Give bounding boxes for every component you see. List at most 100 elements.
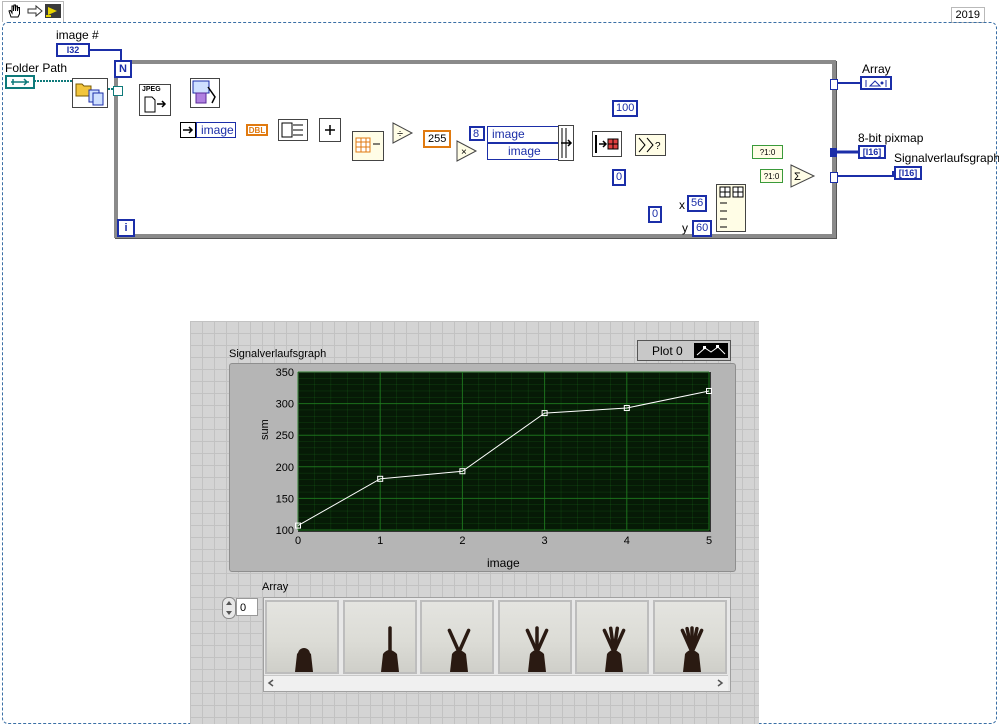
index-spinner-icon[interactable] <box>222 597 236 619</box>
hand-photo <box>420 600 494 674</box>
loop-tunnel-array <box>830 79 838 90</box>
hand-icon <box>680 626 703 672</box>
constant-0-b[interactable]: 0 <box>648 206 662 223</box>
image-num-label: image # <box>56 28 99 42</box>
loop-tunnel-sum <box>830 172 838 183</box>
constant-255[interactable]: 255 <box>423 130 452 148</box>
y-axis-label: sum <box>259 419 271 440</box>
hand-icon <box>295 648 313 672</box>
array-subset-vi[interactable] <box>716 184 746 232</box>
x-tick-label: 3 <box>542 535 548 547</box>
folder-path-label: Folder Path <box>5 61 68 75</box>
scroll-left-icon[interactable] <box>267 679 275 687</box>
image-depth-field: image depth <box>487 126 559 156</box>
loop-iteration-terminal: i <box>117 219 135 237</box>
draw-image-vi[interactable] <box>190 78 220 108</box>
constant-56[interactable]: 56 <box>687 195 708 212</box>
multiply-node[interactable]: × <box>456 140 478 162</box>
signal-label: Signalverlaufsgraph <box>894 151 999 165</box>
y-tick-label: 250 <box>276 430 294 442</box>
loop-tunnel-pixmap <box>830 148 837 157</box>
plot-style-icon <box>694 343 728 358</box>
x-label: x <box>679 198 685 212</box>
constant-100[interactable]: 100 <box>612 100 639 117</box>
hand-icon <box>602 626 626 672</box>
plus-icon <box>325 125 335 135</box>
list-folder-vi[interactable] <box>72 78 108 108</box>
y-label: y <box>682 221 688 235</box>
pixmap-indicator[interactable]: [I16] <box>858 145 886 159</box>
x-tick-label: 2 <box>459 535 465 547</box>
file-arrow-icon <box>144 96 167 113</box>
folder-files-icon <box>75 83 104 106</box>
bool-to-01-a[interactable]: ?1:0 <box>752 145 783 159</box>
bundle-icon <box>561 128 573 158</box>
unbundle-arrow-icon <box>180 122 196 138</box>
y-tick-label: 300 <box>276 399 294 411</box>
loop-count-terminal[interactable]: N <box>114 60 132 78</box>
array-split-icon <box>281 122 303 138</box>
hand-photo <box>265 600 339 674</box>
jpeg-label: JPEG <box>142 86 161 93</box>
array-size-vi[interactable] <box>352 131 384 161</box>
signal-indicator[interactable]: [I16] <box>894 166 922 180</box>
svg-text:÷: ÷ <box>397 128 403 140</box>
hand-photo <box>497 600 572 674</box>
pixmap-label: 8-bit pixmap <box>858 131 924 145</box>
x-tick-label: 1 <box>377 535 383 547</box>
pixmap-icon <box>595 135 619 153</box>
hand-photo <box>652 600 727 674</box>
hand-icon <box>525 626 548 672</box>
x-tick-label: 4 <box>624 535 630 547</box>
svg-text:?: ? <box>655 141 661 152</box>
hand-photo <box>575 600 649 674</box>
divide-node[interactable]: ÷ <box>392 122 414 144</box>
plot-legend-label: Plot 0 <box>652 343 683 358</box>
array-scrollbar[interactable] <box>264 675 728 691</box>
bool-to-01-b[interactable]: ?1:0 <box>760 169 783 183</box>
y-tick-label: 150 <box>276 493 294 505</box>
add-node[interactable] <box>319 118 341 142</box>
array-indicator[interactable] <box>860 76 892 90</box>
constant-60[interactable]: 60 <box>692 220 713 237</box>
scroll-right-icon[interactable] <box>716 679 724 687</box>
split-array-node[interactable] <box>278 119 308 141</box>
to-dbl-conversion[interactable]: DBL <box>246 124 268 136</box>
svg-text:×: × <box>461 147 467 158</box>
graph-title: Signalverlaufsgraph <box>229 348 327 360</box>
array-label: Array <box>862 62 891 76</box>
image-num-terminal[interactable]: I32 <box>56 43 90 57</box>
hand-icon <box>447 628 471 672</box>
image-field: image <box>196 122 236 138</box>
array-grid-icon <box>355 137 380 153</box>
in-range-node[interactable]: ? <box>635 134 666 156</box>
y-tick-label: 200 <box>276 462 294 474</box>
loop-tunnel-in <box>113 86 123 96</box>
series-line <box>297 390 710 527</box>
svg-text:Σ: Σ <box>794 171 801 183</box>
folder-path-terminal[interactable] <box>5 75 35 89</box>
image-field-2: image <box>487 143 559 160</box>
x-tick-label: 5 <box>706 535 712 547</box>
array-fp-label: Array <box>262 581 289 593</box>
chart-svg: 0 1 2 3 4 5 100 150 200 250 300 350 <box>276 367 712 547</box>
array-subset-icon <box>719 186 744 228</box>
image-unbundle[interactable]: image <box>180 122 236 138</box>
flatten-pixmap-vi[interactable] <box>592 131 622 157</box>
plot-legend[interactable]: Plot 0 <box>637 340 731 361</box>
bundle-node[interactable] <box>558 125 574 161</box>
picture-array-icon <box>865 79 887 87</box>
hand-photo <box>342 600 417 674</box>
path-icon <box>11 78 29 86</box>
y-tick-label: 350 <box>276 367 294 379</box>
constant-0-a[interactable]: 0 <box>612 169 626 186</box>
sum-node[interactable]: Σ <box>790 164 816 188</box>
in-range-icon: ? <box>638 137 661 153</box>
x-tick-label: 0 <box>295 535 301 547</box>
read-jpeg-vi[interactable]: JPEG <box>139 84 171 116</box>
array-index-value[interactable]: 0 <box>236 598 258 616</box>
draw-picture-icon <box>192 80 216 104</box>
x-axis-label: image <box>487 556 520 570</box>
hand-icon <box>380 626 399 672</box>
constant-8[interactable]: 8 <box>469 126 485 141</box>
